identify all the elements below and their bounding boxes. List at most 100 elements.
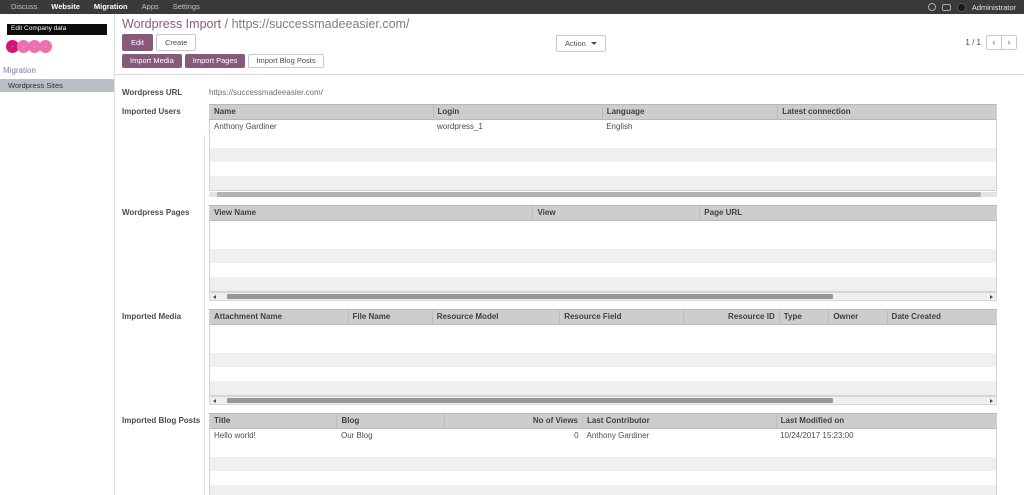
table-cell bbox=[348, 353, 432, 367]
column-header[interactable]: Resource Model bbox=[432, 309, 561, 325]
column-header[interactable]: Resource ID bbox=[683, 309, 780, 325]
column-header[interactable]: View bbox=[532, 205, 701, 221]
column-header[interactable]: Attachment Name bbox=[209, 309, 349, 325]
user-menu[interactable]: Administrator bbox=[972, 3, 1016, 12]
column-header[interactable]: Blog bbox=[336, 413, 446, 429]
column-header[interactable]: View Name bbox=[209, 205, 534, 221]
menu-migration[interactable]: Migration bbox=[87, 0, 135, 14]
horizontal-scrollbar[interactable] bbox=[209, 396, 997, 405]
pager-previous-button[interactable]: ‹ bbox=[985, 35, 1002, 50]
table-cell bbox=[433, 176, 602, 191]
horizontal-scrollbar[interactable] bbox=[209, 292, 997, 301]
table-cell bbox=[348, 325, 432, 340]
table-cell bbox=[683, 339, 779, 353]
scroll-right-icon[interactable] bbox=[987, 293, 996, 300]
table-row[interactable]: Hello world! Our Blog 0 Anthony Gardiner 10/… bbox=[210, 429, 997, 444]
table-cell: Hello world! bbox=[214, 431, 256, 440]
table-cell: Anthony Gardiner bbox=[586, 431, 650, 440]
table-cell bbox=[602, 162, 778, 176]
table-cell bbox=[583, 485, 777, 495]
table-cell bbox=[210, 443, 337, 457]
column-header[interactable]: Login bbox=[433, 104, 603, 120]
activities-icon[interactable] bbox=[927, 3, 936, 11]
table-cell bbox=[210, 339, 349, 353]
scroll-left-icon[interactable] bbox=[210, 397, 219, 404]
table-cell bbox=[337, 485, 445, 495]
menu-settings[interactable]: Settings bbox=[166, 0, 207, 14]
column-header[interactable]: Last Contributor bbox=[582, 413, 777, 429]
table-cell bbox=[779, 353, 829, 367]
action-dropdown-button[interactable]: Action bbox=[556, 34, 606, 53]
table-cell bbox=[432, 339, 559, 353]
empty-row bbox=[210, 221, 997, 236]
scroll-right-icon[interactable] bbox=[987, 397, 996, 404]
scrollbar-thumb[interactable] bbox=[226, 294, 834, 299]
imported-media-table: Attachment Name File Name Resource Model Re… bbox=[209, 309, 997, 396]
empty-row bbox=[210, 339, 997, 353]
form-group-divider bbox=[204, 135, 205, 495]
create-button[interactable]: Create bbox=[155, 33, 197, 52]
field-wordpress-pages: Wordpress Pages View Name View Page URL bbox=[115, 205, 1024, 309]
empty-row bbox=[210, 471, 997, 485]
table-cell bbox=[560, 367, 684, 381]
topbar-right-group: Administrator bbox=[927, 2, 1016, 12]
import-media-button[interactable]: Import Media bbox=[122, 54, 182, 68]
main-area: Wordpress Import / https://successmadeea… bbox=[115, 14, 1024, 495]
edit-company-data-button[interactable]: Edit Company data bbox=[7, 24, 107, 35]
empty-row bbox=[209, 457, 997, 471]
column-header[interactable]: Last Modified on bbox=[776, 413, 997, 429]
table-cell: 10/24/2017 15:23:00 bbox=[780, 431, 854, 440]
table-row[interactable]: Anthony Gardiner wordpress_1 English bbox=[210, 120, 997, 135]
column-header[interactable]: Owner bbox=[828, 309, 888, 325]
table-cell bbox=[583, 443, 777, 457]
table-cell bbox=[778, 162, 997, 176]
scrollbar-thumb[interactable] bbox=[216, 192, 982, 197]
action-label: Action bbox=[565, 38, 586, 48]
table-cell bbox=[829, 353, 887, 367]
sidebar-item-wordpress-sites[interactable]: Wordpress Sites bbox=[0, 78, 114, 92]
scroll-left-icon[interactable] bbox=[210, 293, 219, 300]
table-cell bbox=[700, 277, 997, 292]
table-cell bbox=[210, 148, 434, 162]
messages-icon[interactable] bbox=[941, 3, 951, 11]
column-header[interactable]: No of Views bbox=[444, 413, 584, 429]
empty-row bbox=[209, 485, 997, 495]
pager-next-button[interactable]: › bbox=[1000, 35, 1017, 50]
table-cell bbox=[700, 221, 997, 236]
empty-row bbox=[209, 277, 997, 292]
field-imported-media: Imported Media Attachment Name File Name R… bbox=[115, 309, 1024, 413]
menu-website[interactable]: Website bbox=[44, 0, 87, 14]
table-cell bbox=[348, 367, 432, 381]
column-header[interactable]: Name bbox=[209, 104, 434, 120]
empty-row bbox=[210, 367, 997, 381]
column-header[interactable]: Page URL bbox=[699, 205, 997, 221]
edit-button[interactable]: Edit bbox=[122, 33, 153, 52]
column-header[interactable]: Latest connection bbox=[777, 104, 997, 120]
column-header[interactable]: File Name bbox=[348, 309, 433, 325]
menu-discuss[interactable]: Discuss bbox=[4, 0, 44, 14]
import-blog-posts-button[interactable]: Import Blog Posts bbox=[248, 54, 324, 68]
user-avatar[interactable] bbox=[956, 2, 966, 12]
table-cell bbox=[778, 120, 997, 135]
field-label: Imported Blog Posts bbox=[122, 416, 201, 425]
pager-value[interactable]: 1 / 1 bbox=[965, 38, 981, 47]
import-pages-button[interactable]: Import Pages bbox=[184, 54, 246, 68]
horizontal-scrollbar[interactable] bbox=[209, 192, 997, 197]
menu-apps[interactable]: Apps bbox=[135, 0, 166, 14]
column-header[interactable]: Title bbox=[209, 413, 338, 429]
table-cell bbox=[829, 381, 887, 396]
table-cell bbox=[337, 457, 445, 471]
table-cell bbox=[210, 162, 434, 176]
scrollbar-thumb[interactable] bbox=[226, 398, 834, 403]
column-header[interactable]: Date Created bbox=[887, 309, 997, 325]
empty-row bbox=[209, 148, 997, 162]
table-cell bbox=[210, 235, 533, 249]
sidebar-section-migration: Migration bbox=[3, 65, 36, 75]
table-cell bbox=[432, 381, 559, 396]
column-header[interactable]: Resource Field bbox=[559, 309, 684, 325]
column-header[interactable]: Type bbox=[779, 309, 830, 325]
breadcrumb-parent-link[interactable]: Wordpress Import bbox=[122, 17, 221, 31]
column-header[interactable]: Language bbox=[602, 104, 779, 120]
table-cell bbox=[210, 325, 349, 340]
imported-users-table: Name Login Language Latest connection Anthon… bbox=[209, 104, 997, 191]
